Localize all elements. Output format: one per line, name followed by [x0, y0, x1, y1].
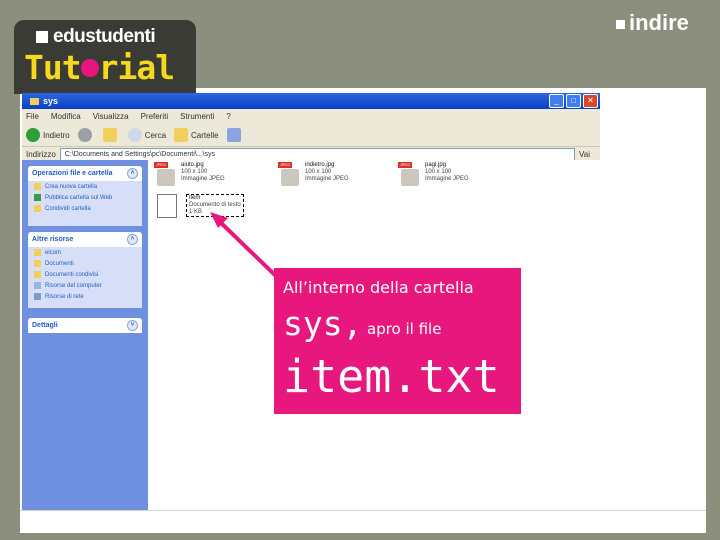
- callout-apro: apro il file: [367, 320, 442, 338]
- callout-box: All’interno della cartella sys, apro il …: [274, 268, 521, 414]
- callout-line1: All’interno della cartella: [283, 278, 474, 297]
- callout-sys: sys,: [283, 304, 363, 343]
- callout-item-file: item.txt: [283, 350, 500, 403]
